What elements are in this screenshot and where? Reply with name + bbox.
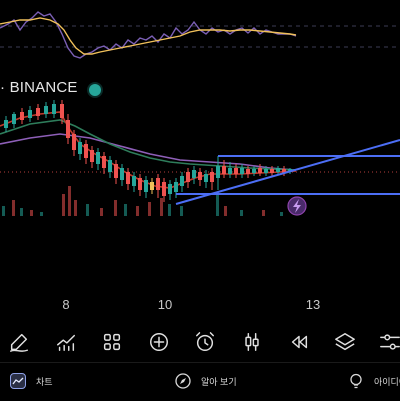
add-icon [150,333,168,351]
indicators-button[interactable] [51,322,81,362]
bottom-navigation: 차트 알아 보기 아이디어 [0,362,400,401]
replay-button[interactable] [284,322,314,362]
indicators-icon [57,334,75,351]
layout-grid-icon [103,333,121,351]
nav-ideas[interactable]: 아이디어 [348,373,400,389]
symbol-exchange-label[interactable]: · BINANCE [0,79,78,96]
alert-badge[interactable] [287,196,307,216]
chart-toolbar [0,322,400,362]
indicator-background [0,0,400,68]
settings-sliders-button[interactable] [375,322,400,362]
nav-chart[interactable]: 차트 [10,373,53,389]
nav-explore-label: 알아 보기 [201,376,237,387]
indicator-pane[interactable] [0,0,400,68]
add-button[interactable] [144,322,174,362]
draw-pen-icon [10,333,28,352]
nav-explore[interactable]: 알아 보기 [175,373,237,389]
date-label-1: 10 [157,297,173,312]
layers-button[interactable] [330,322,360,362]
compass-icon [175,373,191,389]
chart-tab-icon [10,373,26,389]
nav-ideas-label: 아이디어 [374,376,400,387]
layers-icon [335,333,355,351]
date-label-2: 13 [305,297,321,312]
date-label-0: 8 [62,297,70,312]
settings-sliders-icon [380,334,400,350]
chart-type-button[interactable] [237,322,267,362]
draw-pen-button[interactable] [4,322,34,362]
chart-type-candles-icon [245,333,259,351]
lightbulb-icon [348,373,364,389]
alarm-clock-icon [196,332,214,351]
price-chart[interactable] [0,74,400,290]
alarm-clock-button[interactable] [190,322,220,362]
market-status-dot [89,84,101,96]
layout-grid-button[interactable] [97,322,127,362]
nav-chart-label: 차트 [36,376,53,387]
replay-rewind-icon [291,335,308,349]
